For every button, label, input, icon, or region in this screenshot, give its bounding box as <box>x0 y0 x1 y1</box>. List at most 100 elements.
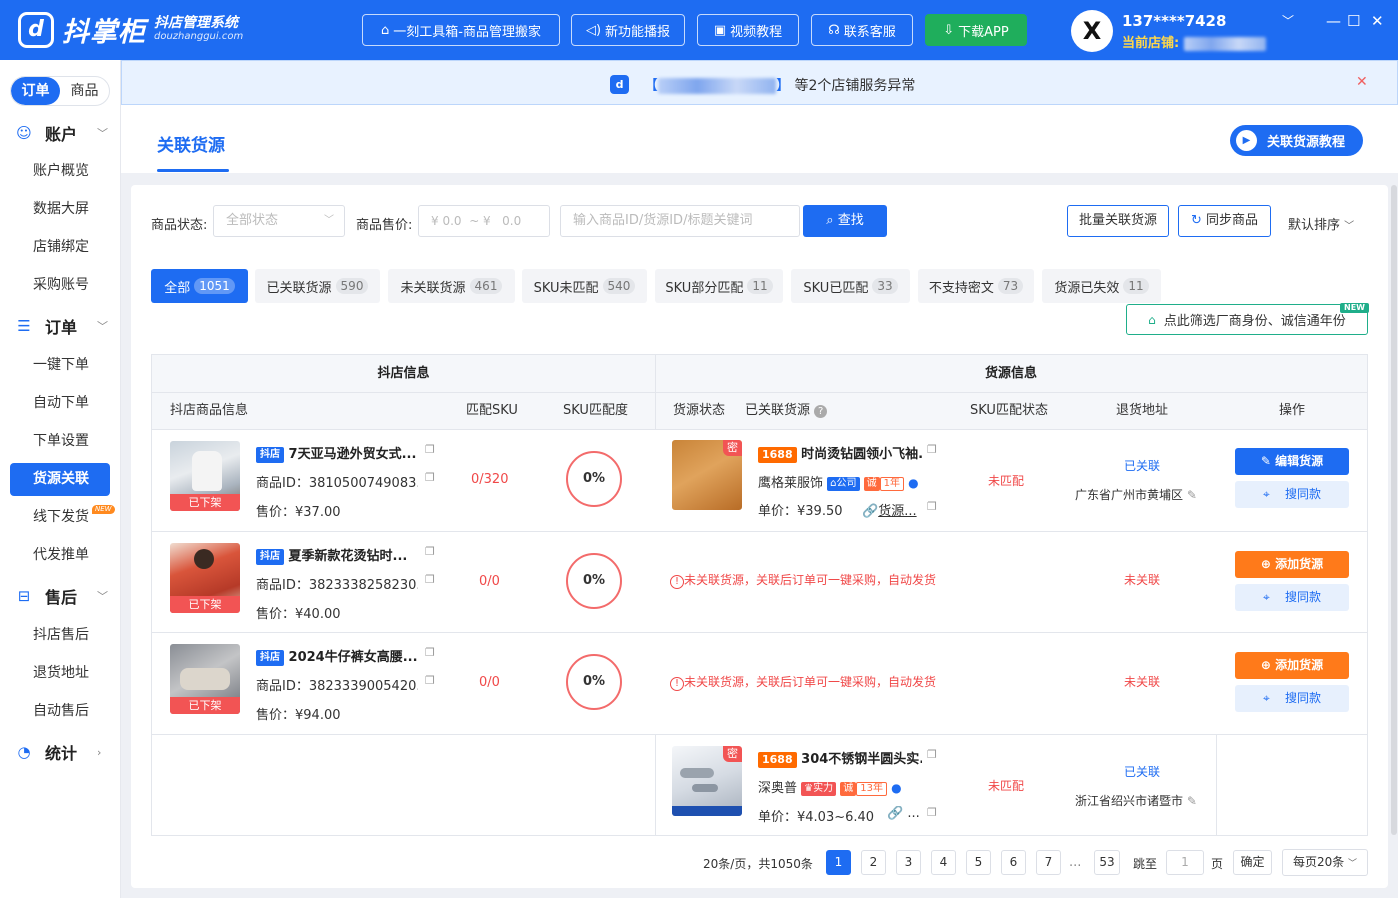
page-button[interactable]: 7 <box>1036 850 1061 875</box>
sidebar-item-account-overview[interactable]: 账户概览 <box>10 155 110 188</box>
tab-count: 11 <box>747 278 773 294</box>
source-title-text: 304不锈钢半圆头实... <box>801 752 922 767</box>
tab-linked[interactable]: 已关联货源 590 <box>255 269 380 303</box>
feature-news-button[interactable]: ◁) 新功能播报 <box>571 14 685 46</box>
status-select[interactable]: 全部状态 ﹀ <box>213 205 345 237</box>
search-similar-button[interactable]: ⌖ 搜同款 <box>1235 481 1349 508</box>
copy-icon[interactable]: ❐ <box>425 674 435 687</box>
source-image[interactable]: 密 <box>672 746 742 816</box>
tab-all[interactable]: 全部 1051 <box>151 269 248 303</box>
page-size-select[interactable]: 每页20条 ﹀ <box>1282 849 1368 876</box>
page-button[interactable]: 3 <box>896 850 921 875</box>
source-title[interactable]: 1688 304不锈钢半圆头实... <box>758 748 922 768</box>
sidebar-group-aftersale[interactable]: ⊟ 售后 ﹀ <box>0 581 121 611</box>
search-similar-button[interactable]: ⌖ 搜同款 <box>1235 685 1349 712</box>
product-id: 商品ID：3810500749083... <box>256 476 418 491</box>
sidebar-item-dropship-push[interactable]: 代发推单 <box>10 539 110 572</box>
match-sku-value: 0/0 <box>479 574 500 589</box>
close-window-button[interactable]: ✕ <box>1371 12 1384 30</box>
sidebar-item-store-aftersale[interactable]: 抖店售后 <box>10 619 110 652</box>
tab-sku-unmatched[interactable]: SKU未匹配 540 <box>522 269 647 303</box>
sidebar-item-order-settings[interactable]: 下单设置 <box>10 425 110 458</box>
search-button[interactable]: ⌕ 查找 <box>803 205 887 237</box>
copy-icon[interactable]: ❐ <box>927 500 937 513</box>
sidebar-item-store-binding[interactable]: 店铺绑定 <box>10 231 110 264</box>
scrollbar[interactable] <box>1391 185 1397 835</box>
close-icon[interactable]: ✕ <box>1356 74 1368 90</box>
sidebar-group-stats[interactable]: ◔ 统计 › <box>0 737 121 767</box>
source-title[interactable]: 1688 时尚烫钻圆领小飞袖... <box>758 443 922 463</box>
product-image[interactable]: 已下架 <box>170 644 240 714</box>
page-button[interactable]: 4 <box>931 850 956 875</box>
supplier-filter-button[interactable]: ⌂ 点此筛选厂商身份、诚信通年份 NEW <box>1126 303 1369 335</box>
minimize-button[interactable]: — <box>1326 12 1341 30</box>
product-title[interactable]: 抖店 2024牛仔裤女高腰... <box>256 646 418 666</box>
copy-icon[interactable]: ❐ <box>425 573 435 586</box>
goto-page-input[interactable]: 1 <box>1166 850 1204 875</box>
sidebar-item-auto-order[interactable]: 自动下单 <box>10 387 110 420</box>
search-input[interactable]: 输入商品ID/货源ID/标题关键词 <box>560 205 800 237</box>
tab-source-invalid[interactable]: 货源已失效 11 <box>1042 269 1161 303</box>
edit-icon[interactable]: ✎ <box>1187 794 1197 808</box>
product-image-detail <box>192 451 222 491</box>
maximize-button[interactable]: ☐ <box>1347 12 1360 30</box>
sidebar-item-dashboard[interactable]: 数据大屏 <box>10 193 110 226</box>
tab-sku-matched[interactable]: SKU已匹配 33 <box>791 269 910 303</box>
page-button[interactable]: 2 <box>861 850 886 875</box>
source-link[interactable]: 🔗 ... <box>887 806 920 821</box>
product-image[interactable]: 已下架 <box>170 543 240 613</box>
sidebar-item-one-click-order[interactable]: 一键下单 <box>10 349 110 382</box>
copy-icon[interactable]: ❐ <box>425 471 435 484</box>
help-icon[interactable]: ? <box>814 405 828 418</box>
copy-icon[interactable]: ❐ <box>927 748 937 761</box>
add-source-button[interactable]: ⊕ 添加货源 <box>1235 551 1349 578</box>
source-image[interactable]: 密 <box>672 440 742 510</box>
video-tutorial-button[interactable]: ▣ 视频教程 <box>697 14 799 46</box>
sidebar-item-offline-shipping[interactable]: 线下发货 NEW <box>10 501 115 534</box>
sidebar-item-purchase-account[interactable]: 采购账号 <box>10 269 110 302</box>
sidebar-item-auto-aftersale[interactable]: 自动售后 <box>10 695 110 728</box>
sync-products-button[interactable]: ↻ 同步商品 <box>1178 205 1271 237</box>
tab-unlinked[interactable]: 未关联货源 461 <box>388 269 515 303</box>
tab-no-ciphertext[interactable]: 不支持密文 73 <box>918 269 1034 303</box>
sort-select[interactable]: 默认排序 ﹀ <box>1288 214 1354 233</box>
product-title[interactable]: 抖店 夏季新款花烫钻时... <box>256 545 418 565</box>
copy-icon[interactable]: ❐ <box>425 646 435 659</box>
group-header-store: 抖店信息 <box>152 355 655 392</box>
batch-link-button[interactable]: 批量关联货源 <box>1067 205 1169 237</box>
source-link[interactable]: 🔗货源... <box>862 500 922 519</box>
contact-service-button[interactable]: ☊ 联系客服 <box>811 14 913 46</box>
search-similar-button[interactable]: ⌖ 搜同款 <box>1235 584 1349 611</box>
warning-icon: ! <box>670 677 684 691</box>
segment-products[interactable]: 商品 <box>60 77 109 105</box>
tutorial-button[interactable]: ▶ 关联货源教程 <box>1230 125 1363 156</box>
goto-confirm-button[interactable]: 确定 <box>1233 850 1272 875</box>
add-source-button[interactable]: ⊕ 添加货源 <box>1235 652 1349 679</box>
sidebar-group-account[interactable]: ☺ 账户 ﹀ <box>0 118 121 148</box>
page-button-last[interactable]: 53 <box>1094 850 1120 875</box>
chat-icon[interactable]: ● <box>908 476 918 490</box>
product-title[interactable]: 抖店 7天亚马逊外贸女式... <box>256 443 418 463</box>
chat-icon[interactable]: ● <box>891 781 901 795</box>
download-app-button[interactable]: ⇩ 下载APP <box>925 14 1027 46</box>
copy-icon[interactable]: ❐ <box>927 806 937 819</box>
toolbox-button[interactable]: ⌂ 一刻工具箱-商品管理搬家 <box>362 14 560 46</box>
sidebar-group-orders[interactable]: ☰ 订单 ﹀ <box>0 311 121 341</box>
segment-orders[interactable]: 订单 <box>11 77 60 105</box>
page-button[interactable]: 5 <box>966 850 991 875</box>
megaphone-icon: ◁) <box>585 22 602 38</box>
sidebar-item-return-address[interactable]: 退货地址 <box>10 657 110 690</box>
copy-icon[interactable]: ❐ <box>927 443 937 456</box>
avatar[interactable]: X <box>1071 10 1113 52</box>
copy-icon[interactable]: ❐ <box>425 443 435 456</box>
tab-sku-partial[interactable]: SKU部分匹配 11 <box>655 269 783 303</box>
page-button[interactable]: 1 <box>826 850 851 875</box>
price-range-input[interactable]: ¥ 0.0 ~ ¥ 0.0 <box>418 205 550 237</box>
chevron-down-icon[interactable]: ﹀ <box>1282 12 1294 29</box>
edit-icon[interactable]: ✎ <box>1187 488 1197 502</box>
sidebar-item-source-link[interactable]: 货源关联 <box>10 463 110 496</box>
copy-icon[interactable]: ❐ <box>425 545 435 558</box>
page-button[interactable]: 6 <box>1001 850 1026 875</box>
product-image[interactable]: 已下架 <box>170 441 240 511</box>
edit-source-button[interactable]: ✎ 编辑货源 <box>1235 448 1349 475</box>
